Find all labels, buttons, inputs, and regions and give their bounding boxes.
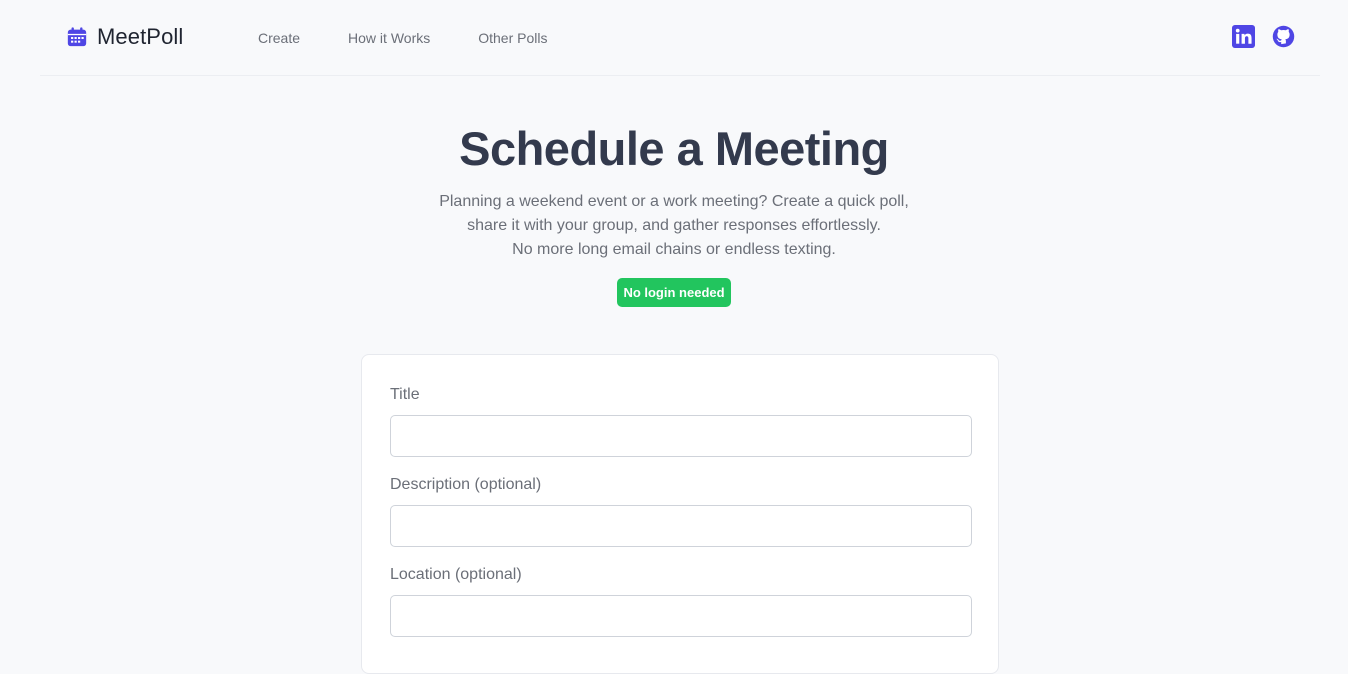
social-links (1232, 25, 1295, 48)
calendar-icon (67, 27, 87, 47)
title-label: Title (390, 386, 420, 403)
linkedin-icon (1232, 25, 1255, 48)
hero-description-line: share it with your group, and gather res… (467, 217, 881, 234)
top-header: MeetPoll Create How it Works Other Polls (40, 0, 1320, 76)
create-poll-form-card: Title Description (optional) Location (o… (361, 354, 999, 674)
hero-section: Schedule a Meeting Planning a weekend ev… (0, 120, 1348, 307)
location-label: Location (optional) (390, 566, 522, 583)
hero-description: Planning a weekend event or a work meeti… (394, 190, 954, 262)
nav-link-other-polls[interactable]: Other Polls (478, 29, 547, 47)
no-login-badge: No login needed (617, 278, 731, 307)
hero-description-line: Planning a weekend event or a work meeti… (439, 193, 909, 210)
linkedin-link[interactable] (1232, 25, 1255, 48)
hero-description-line: No more long email chains or endless tex… (512, 241, 836, 258)
description-input[interactable] (390, 505, 972, 547)
description-field-group: Description (optional) (390, 475, 972, 547)
nav-link-create[interactable]: Create (258, 29, 300, 47)
title-field-group: Title (390, 385, 972, 457)
main-nav: Create How it Works Other Polls (258, 29, 595, 47)
brand-name: MeetPoll (97, 24, 184, 49)
description-label: Description (optional) (390, 476, 542, 493)
title-input[interactable] (390, 415, 972, 457)
location-field-group: Location (optional) (390, 565, 972, 637)
brand-logo-link[interactable]: MeetPoll (66, 24, 183, 50)
location-input[interactable] (390, 595, 972, 637)
github-icon (1272, 25, 1295, 48)
nav-link-how-it-works[interactable]: How it Works (348, 29, 430, 47)
github-link[interactable] (1272, 25, 1295, 48)
page-title: Schedule a Meeting (459, 122, 889, 175)
